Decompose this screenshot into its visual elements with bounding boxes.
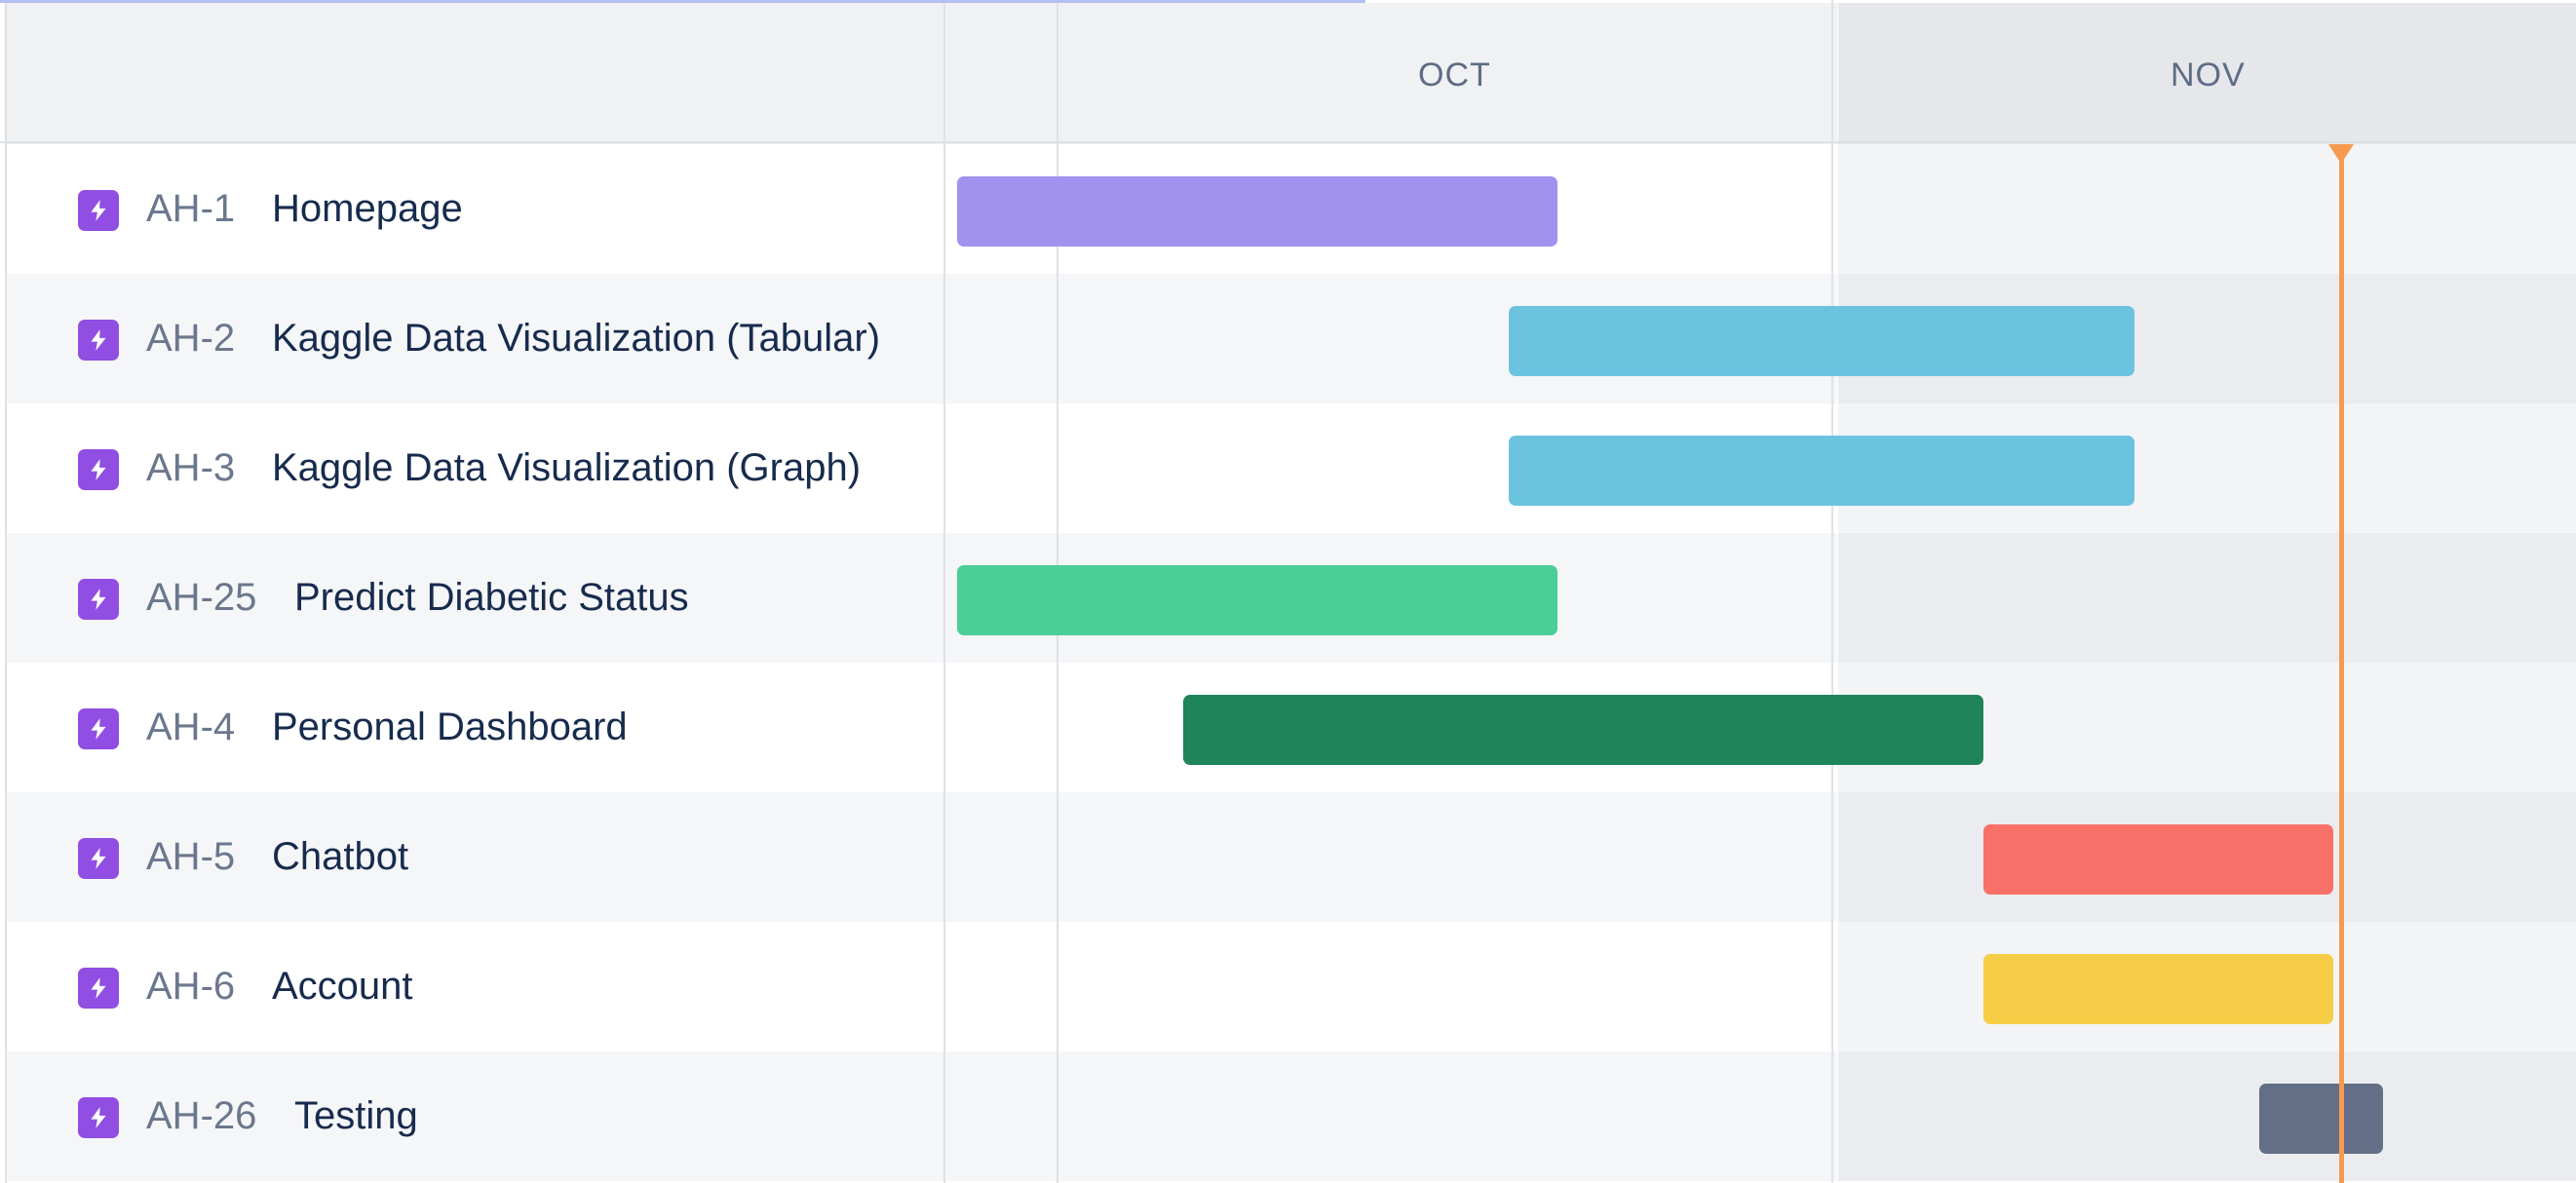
table-row[interactable]: AH-3 Kaggle Data Visualization (Graph) (7, 403, 2576, 533)
month-column-nov: NOV (1838, 3, 2576, 144)
panel-border (5, 0, 7, 1183)
issue-title[interactable]: Kaggle Data Visualization (Tabular) (272, 317, 880, 361)
month-label-oct: OCT (1418, 57, 1491, 94)
schedule-bar-ah-1[interactable] (957, 176, 1557, 247)
schedule-bar-ah-4[interactable] (1183, 695, 1983, 765)
timeline-cell-nov (1838, 1051, 2576, 1181)
timeline-cell-nov (1838, 144, 2576, 274)
schedule-bar-ah-2[interactable] (1509, 306, 2134, 376)
issue-cell[interactable]: AH-5 Chatbot (7, 792, 943, 922)
issue-cell[interactable]: AH-3 Kaggle Data Visualization (Graph) (7, 403, 943, 533)
issue-title[interactable]: Kaggle Data Visualization (Graph) (272, 446, 861, 490)
issue-key[interactable]: AH-4 (146, 706, 235, 749)
issue-title[interactable]: Testing (294, 1094, 418, 1138)
issue-key[interactable]: AH-1 (146, 187, 235, 231)
schedule-bar-ah-25[interactable] (957, 565, 1557, 635)
loading-progress-fill (0, 0, 1365, 3)
today-marker-line (2339, 144, 2344, 1183)
issue-key[interactable]: AH-3 (146, 446, 235, 490)
epic-lightning-icon (78, 1097, 119, 1138)
month-label-nov: NOV (2171, 57, 2246, 94)
timeline-cell-nov (1838, 533, 2576, 663)
timeline-cell-oct (945, 1051, 1837, 1181)
table-row[interactable]: AH-26 Testing (7, 1051, 2576, 1181)
issue-title[interactable]: Personal Dashboard (272, 706, 628, 749)
issue-key[interactable]: AH-5 (146, 835, 235, 879)
list-divider[interactable] (943, 0, 945, 1183)
issue-list-header (7, 3, 943, 144)
timeline-view: OCT NOV AH-1 Homepage AH-2 Kaggle Data V… (0, 0, 2576, 1183)
issue-cell[interactable]: AH-2 Kaggle Data Visualization (Tabular) (7, 274, 943, 403)
issue-key[interactable]: AH-25 (146, 576, 256, 620)
month-divider (1831, 0, 1833, 1183)
issue-cell[interactable]: AH-4 Personal Dashboard (7, 663, 943, 792)
today-marker-arrow-icon (2328, 144, 2354, 164)
table-row[interactable]: AH-2 Kaggle Data Visualization (Tabular) (7, 274, 2576, 403)
epic-lightning-icon (78, 579, 119, 620)
loading-progress-bar (0, 0, 2576, 3)
timeline-header: OCT NOV (7, 3, 2576, 144)
timeline-cell-oct (945, 792, 1837, 922)
schedule-bar-ah-5[interactable] (1983, 824, 2333, 895)
issue-key[interactable]: AH-6 (146, 965, 235, 1009)
issue-cell[interactable]: AH-6 Account (7, 922, 943, 1051)
issue-title[interactable]: Account (272, 965, 413, 1009)
issue-cell[interactable]: AH-26 Testing (7, 1051, 943, 1181)
epic-lightning-icon (78, 708, 119, 749)
header-divider (0, 141, 2576, 143)
epic-lightning-icon (78, 320, 119, 361)
epic-lightning-icon (78, 449, 119, 490)
epic-lightning-icon (78, 838, 119, 879)
schedule-bar-ah-3[interactable] (1509, 436, 2134, 506)
issue-key[interactable]: AH-2 (146, 317, 235, 361)
issue-cell[interactable]: AH-25 Predict Diabetic Status (7, 533, 943, 663)
issue-rows: AH-1 Homepage AH-2 Kaggle Data Visualiza… (7, 144, 2576, 1183)
schedule-bar-ah-26[interactable] (2259, 1084, 2383, 1154)
schedule-bar-ah-6[interactable] (1983, 954, 2333, 1024)
issue-title[interactable]: Chatbot (272, 835, 408, 879)
issue-title[interactable]: Predict Diabetic Status (294, 576, 689, 620)
timeline-cell-oct (945, 922, 1837, 1051)
issue-cell[interactable]: AH-1 Homepage (7, 144, 943, 274)
epic-lightning-icon (78, 968, 119, 1009)
issue-title[interactable]: Homepage (272, 187, 463, 231)
issue-key[interactable]: AH-26 (146, 1094, 256, 1138)
month-column-oct: OCT (945, 3, 1837, 144)
epic-lightning-icon (78, 190, 119, 231)
